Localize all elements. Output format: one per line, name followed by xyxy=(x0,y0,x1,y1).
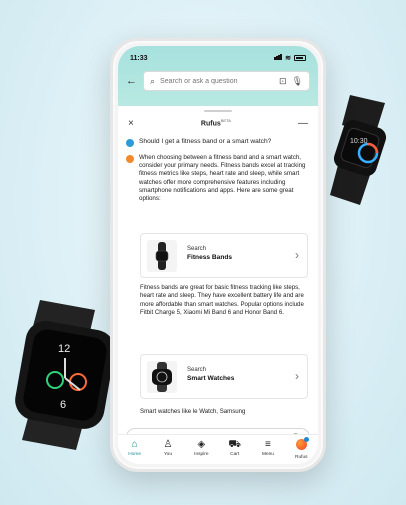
card-text: Search Smart Watches xyxy=(187,367,234,382)
svg-text:12: 12 xyxy=(58,343,70,355)
svg-text:6: 6 xyxy=(60,399,66,411)
search-bar[interactable]: ⌕ ⊡ 🎙 xyxy=(143,71,310,91)
smart-watch-description: Smart watches like le Watch, Samsung xyxy=(140,408,246,415)
menu-icon: ≡ xyxy=(265,439,271,450)
nav-rufus[interactable]: Rufus xyxy=(288,437,314,460)
chevron-right-icon: › xyxy=(295,369,299,383)
app-header: 11:33 ≋ ← ⌕ ⊡ 🎙 xyxy=(118,46,318,106)
status-time: 11:33 xyxy=(130,54,148,62)
status-bar: 11:33 ≋ xyxy=(130,52,306,64)
background: 10:30 12 6 11:33 ≋ ← ⌕ Search or ask a q… xyxy=(0,0,406,505)
nav-label: You xyxy=(163,452,173,457)
nav-label: Home xyxy=(128,452,142,457)
fitness-band-description: Fitness bands are great for basic fitnes… xyxy=(140,284,304,316)
rufus-panel: × RufusBETA — Should I get a fitness ban… xyxy=(118,106,318,464)
minimize-icon[interactable]: — xyxy=(298,118,308,129)
phone-frame: 11:33 ≋ ← ⌕ ⊡ 🎙 xyxy=(110,38,326,472)
card-title: Fitness Bands xyxy=(187,254,233,261)
bottom-nav: ⌂ Home ♙ You ◈ Inspire ⛟ Cart ≡ Menu Ruf… xyxy=(118,434,318,464)
rufus-icon xyxy=(288,437,314,454)
drag-handle[interactable] xyxy=(204,110,232,112)
nav-label: Cart xyxy=(230,452,240,457)
signal-icon xyxy=(274,54,283,62)
nav-menu[interactable]: ≡ Menu xyxy=(255,439,281,457)
beta-badge: BETA xyxy=(220,118,231,124)
chevron-right-icon: › xyxy=(295,248,299,262)
nav-label: Rufus xyxy=(295,455,308,460)
phone-screen: 11:33 ≋ ← ⌕ ⊡ 🎙 xyxy=(118,46,318,464)
rufus-title-text: Rufus xyxy=(200,120,221,128)
wifi-icon: ≋ xyxy=(285,55,291,62)
home-icon: ⌂ xyxy=(131,439,138,450)
smart-watch-thumbnail xyxy=(147,361,177,393)
card-label: Search xyxy=(187,367,207,373)
user-icon: ♙ xyxy=(163,439,173,450)
compass-icon: ◈ xyxy=(197,439,206,450)
nav-label: Menu xyxy=(261,452,274,457)
nav-label: Inspire xyxy=(194,452,209,457)
camera-scan-icon[interactable]: ⊡ xyxy=(279,76,287,87)
user-avatar-icon xyxy=(126,139,134,147)
status-icons: ≋ xyxy=(274,54,306,62)
search-card-smart-watches[interactable]: Search Smart Watches › xyxy=(140,354,308,399)
svg-text:10:30: 10:30 xyxy=(350,138,368,145)
cart-icon: ⛟ xyxy=(228,439,241,450)
rufus-answer: When choosing between a fitness band and… xyxy=(126,154,310,203)
search-input[interactable] xyxy=(160,77,275,85)
search-icon: ⌕ xyxy=(150,75,156,86)
back-arrow-icon[interactable]: ← xyxy=(126,75,138,87)
fitness-band-image: 10:30 xyxy=(330,95,387,205)
search-card-fitness-bands[interactable]: Search Fitness Bands › xyxy=(140,233,308,278)
nav-you[interactable]: ♙ You xyxy=(155,439,181,457)
microphone-icon[interactable]: 🎙 xyxy=(292,76,303,87)
battery-icon xyxy=(294,55,306,61)
answer-text: When choosing between a fitness band and… xyxy=(139,154,306,203)
rufus-header: × RufusBETA — xyxy=(128,116,308,130)
fitness-band-thumbnail xyxy=(147,240,177,272)
user-question: Should I get a fitness band or a smart w… xyxy=(126,138,310,147)
rufus-avatar-icon xyxy=(126,155,134,163)
search-row: ← ⌕ ⊡ 🎙 xyxy=(126,70,310,92)
nav-cart[interactable]: ⛟ Cart xyxy=(222,439,248,457)
nav-home[interactable]: ⌂ Home xyxy=(122,439,148,457)
card-label: Search xyxy=(187,246,207,252)
card-text: Search Fitness Bands xyxy=(187,246,232,261)
rufus-title: RufusBETA xyxy=(201,118,231,127)
question-text: Should I get a fitness band or a smart w… xyxy=(139,138,272,145)
close-icon[interactable]: × xyxy=(128,118,134,129)
card-title: Smart Watches xyxy=(187,375,235,382)
nav-inspire[interactable]: ◈ Inspire xyxy=(188,439,214,457)
